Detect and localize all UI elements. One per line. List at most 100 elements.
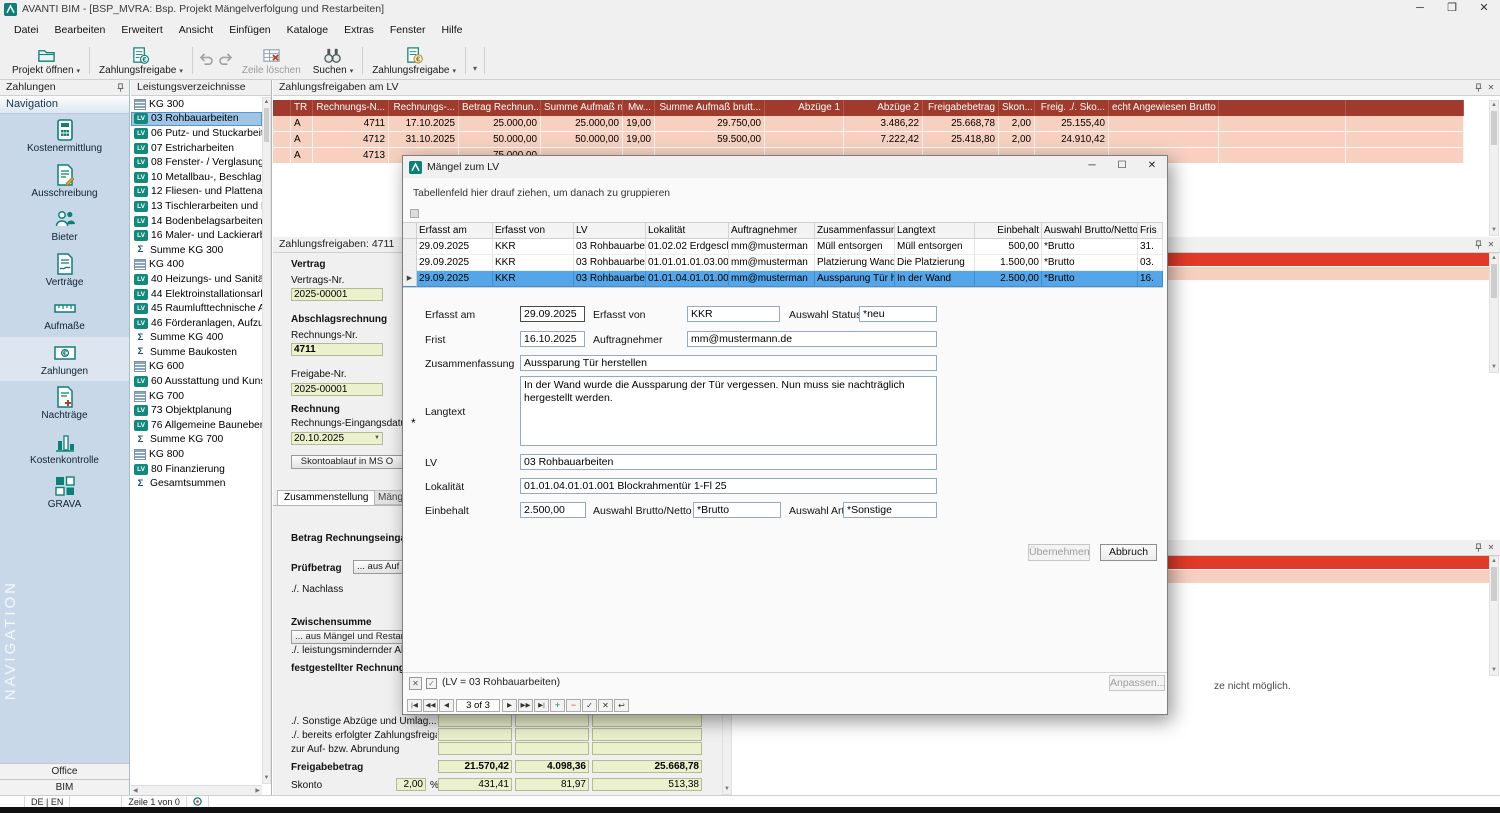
tree-item[interactable]: KG 700 (131, 389, 262, 404)
column-header[interactable]: Freigabebetrag (923, 100, 999, 116)
pin-icon[interactable] (1472, 542, 1484, 554)
scroll-thumb[interactable] (1491, 567, 1497, 601)
close-panel-icon[interactable]: ✕ (1485, 82, 1497, 94)
lv-field[interactable]: 03 Rohbauarbeiten (520, 454, 937, 470)
zusammenfassung-field[interactable]: Aussparung Tür herstellen (520, 355, 937, 371)
einbehalt-field[interactable]: 2.500,00 (520, 502, 586, 518)
tree-item[interactable]: ΣSumme KG 300 (131, 243, 262, 258)
right-panel-scrollbar[interactable]: ▲ ▼ (1489, 556, 1499, 676)
tree-item[interactable]: ΣSumme KG 400 (131, 331, 262, 346)
tree-item[interactable]: KG 600 (131, 360, 262, 375)
column-header[interactable]: Rechnungs-... (389, 100, 459, 116)
grid-row[interactable]: 29.09.2025KKR03 Rohbauarbeiter01.02.02 E… (403, 239, 1163, 255)
tree-item[interactable]: LV07 Estricharbeiten (131, 141, 262, 156)
cancel-edit-button[interactable]: ✕ (598, 699, 613, 712)
delete-row-button[interactable]: Zeile löschen (236, 44, 307, 77)
column-header[interactable]: Summe Aufmaß netto (541, 100, 623, 116)
next-record-button[interactable]: ▶ (502, 699, 517, 712)
close-panel-icon[interactable]: ✕ (1485, 239, 1497, 251)
column-header[interactable]: echt Angewiesen Brutto (1109, 100, 1219, 116)
column-header[interactable]: Freig. ./. Sko... (1035, 100, 1109, 116)
column-header[interactable]: Mw... (623, 100, 655, 116)
value-field[interactable] (515, 728, 589, 741)
column-header[interactable] (1346, 100, 1464, 116)
abbruch-button[interactable]: Abbruch (1100, 544, 1157, 561)
anpassen-button[interactable]: Anpassen... (1109, 675, 1165, 691)
tree-item[interactable]: LV13 Tischlerarbeiten und Inn... (131, 199, 262, 214)
value-field[interactable]: 81,97 (515, 778, 589, 791)
freigabe-nr-field[interactable]: 2025-00001 (291, 383, 383, 396)
column-header[interactable]: Fris (1138, 223, 1163, 239)
aus-aufmass-button[interactable]: ... aus Auf (353, 560, 403, 574)
tree-item[interactable]: LV80 Finanzierung (131, 462, 262, 477)
grid-row[interactable]: ▶29.09.2025KKR03 Rohbauarbeiter01.01.04.… (403, 271, 1163, 287)
auftragnehmer-field[interactable]: mm@mustermann.de (687, 331, 937, 347)
payment-release-button[interactable]: € Zahlungsfreigabe▾ (93, 44, 189, 77)
dialog-close-button[interactable]: ✕ (1137, 156, 1167, 178)
first-record-button[interactable]: |◀ (407, 699, 422, 712)
column-header[interactable]: LV (574, 223, 646, 239)
scroll-thumb[interactable] (1491, 111, 1497, 145)
skontoablauf-button[interactable]: Skontoablauf in MS O (291, 455, 403, 469)
value-field[interactable] (438, 728, 512, 741)
last-record-button[interactable]: ▶| (534, 699, 549, 712)
tree-item[interactable]: LV76 Allgemeine Baunebenko... (131, 418, 262, 433)
clear-filter-button[interactable]: ✕ (409, 677, 422, 690)
fast-rewind-button[interactable]: ◀◀ (423, 699, 438, 712)
value-field[interactable] (592, 728, 702, 741)
redo-button[interactable] (216, 44, 236, 77)
uebernehmen-button[interactable]: Übernehmen (1028, 544, 1090, 561)
nav-group-header[interactable]: Navigation (0, 96, 129, 114)
column-header[interactable]: Zusammenfassung (815, 223, 895, 239)
language-indicator[interactable]: DE | EN (25, 796, 70, 807)
pin-icon[interactable] (1472, 239, 1484, 251)
sidebar-item-zahlungen[interactable]: €Zahlungen (0, 337, 129, 382)
tree-item[interactable]: LV06 Putz- und Stuckarbeiten, (131, 126, 262, 141)
frist-field[interactable]: 16.10.2025 (520, 331, 585, 347)
aus-maengel-button[interactable]: ... aus Mängel und Restarb... (291, 630, 403, 644)
tree-item[interactable]: KG 300 (131, 97, 262, 112)
value-field[interactable]: 513,38 (592, 778, 702, 791)
column-header[interactable]: Skon... (999, 100, 1035, 116)
column-header[interactable]: Betrag Rechnun... (459, 100, 541, 116)
dialog-titlebar[interactable]: Mängel zum LV ─ ☐ ✕ (403, 156, 1167, 178)
refresh-button[interactable]: ↩ (614, 699, 629, 712)
value-field[interactable] (438, 714, 512, 727)
menu-item[interactable]: Erweitert (113, 19, 170, 41)
office-button[interactable]: Office (0, 763, 129, 779)
auswahl-status-field[interactable]: *neu (859, 306, 937, 322)
tree-item[interactable]: KG 800 (131, 447, 262, 462)
column-header[interactable] (1219, 100, 1346, 116)
value-field[interactable]: 4.098,36 (515, 760, 589, 773)
right-panel-scrollbar[interactable]: ▲ ▼ (1489, 253, 1499, 373)
column-header[interactable]: Langtext (895, 223, 975, 239)
undo-button[interactable] (196, 44, 216, 77)
tree-horizontal-scrollbar[interactable]: ◀ ▶ (131, 785, 262, 795)
add-record-button[interactable]: + (550, 699, 565, 712)
sidebar-item-grava[interactable]: GRAVA (0, 470, 129, 515)
sidebar-item-verträge[interactable]: Verträge (0, 248, 129, 293)
menu-item[interactable]: Bearbeiten (47, 19, 114, 41)
menu-item[interactable]: Hilfe (433, 19, 470, 41)
tree-item[interactable]: LV73 Objektplanung (131, 403, 262, 418)
menu-item[interactable]: Ansicht (171, 19, 221, 41)
post-edit-button[interactable]: ✓ (582, 699, 597, 712)
value-field[interactable]: 21.570,42 (438, 760, 512, 773)
menu-item[interactable]: Kataloge (279, 19, 336, 41)
tree-item[interactable]: LV12 Fliesen- und Plattenarbe... (131, 185, 262, 200)
column-header[interactable]: Auftragnehmer (729, 223, 815, 239)
sidebar-item-bieter[interactable]: Bieter (0, 203, 129, 248)
auswahl-art-field[interactable]: *Sonstige (843, 502, 937, 518)
column-header[interactable]: Einbehalt (975, 223, 1042, 239)
tree-item[interactable]: LV10 Metallbau-, Beschlag- u... (131, 170, 262, 185)
erfasst-am-field[interactable]: 29.09.2025 (520, 306, 585, 322)
fast-forward-button[interactable]: ▶▶ (518, 699, 533, 712)
column-header[interactable]: Rechnungs-N... (313, 100, 389, 116)
open-project-button[interactable]: Projekt öffnen▾ (6, 44, 86, 77)
value-field[interactable] (438, 742, 512, 755)
value-field[interactable] (515, 742, 589, 755)
langtext-field[interactable]: In der Wand wurde die Aussparung der Tür… (520, 376, 937, 446)
tree-item[interactable]: LV03 Rohbauarbeiten (131, 112, 262, 127)
previous-record-button[interactable]: ◀ (439, 699, 454, 712)
menu-item[interactable]: Extras (336, 19, 382, 41)
